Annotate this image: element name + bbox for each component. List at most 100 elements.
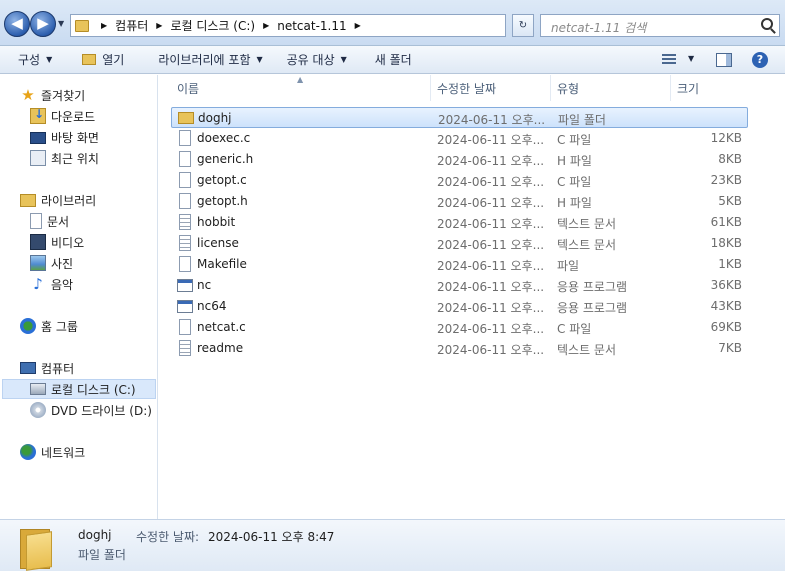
chevron-down-icon[interactable]: ▼ [688, 54, 694, 63]
table-row[interactable]: netcat.c 2024-06-11 오후... C 파일 69KB [171, 317, 748, 338]
preview-pane-icon[interactable] [716, 53, 732, 67]
file-type: H 파일 [557, 154, 592, 168]
table-row[interactable]: Makefile 2024-06-11 오후... 파일 1KB [171, 254, 748, 275]
chevron-right-icon[interactable]: ▶ [355, 21, 361, 30]
star-icon: ★ [21, 86, 35, 104]
search-input[interactable]: netcat-1.11 검색 [540, 14, 780, 37]
nav-music[interactable]: ♪ 음악 [30, 274, 73, 294]
file-date: 2024-06-11 오후... [437, 217, 545, 231]
nav-homegroup[interactable]: 홈 그룹 [20, 316, 78, 336]
file-date: 2024-06-11 오후... [437, 280, 545, 294]
file-type: C 파일 [557, 133, 592, 147]
chevron-right-icon[interactable]: ▶ [263, 21, 269, 30]
nav-documents[interactable]: 문서 [30, 211, 69, 231]
table-row[interactable]: doexec.c 2024-06-11 오후... C 파일 12KB [171, 128, 748, 149]
forward-button[interactable]: ▶ [30, 11, 56, 37]
details-date: 2024-06-11 오후 8:47 [208, 530, 335, 544]
table-row[interactable]: license 2024-06-11 오후... 텍스트 문서 18KB [171, 233, 748, 254]
file-name: license [197, 236, 239, 250]
nav-dvd[interactable]: DVD 드라이브 (D:) [30, 400, 152, 420]
nav-videos[interactable]: 비디오 [30, 232, 84, 252]
nav-downloads[interactable]: 다운로드 [30, 106, 95, 126]
nav-desktop[interactable]: 바탕 화면 [30, 127, 99, 147]
file-type: 응용 프로그램 [557, 301, 628, 315]
nav-pictures[interactable]: 사진 [30, 253, 73, 273]
folder-icon [75, 19, 89, 32]
table-row[interactable]: nc64 2024-06-11 오후... 응용 프로그램 43KB [171, 296, 748, 317]
file-type: C 파일 [557, 322, 592, 336]
file-type: 텍스트 문서 [557, 217, 617, 231]
file-date: 2024-06-11 오후... [438, 113, 546, 127]
file-size: 23KB [710, 173, 742, 187]
nav-homegroup-label: 홈 그룹 [41, 319, 78, 334]
chevron-right-icon[interactable]: ▶ [101, 21, 107, 30]
open-button[interactable]: 열기 [62, 46, 134, 74]
nav-libraries[interactable]: 라이브러리 [20, 190, 96, 210]
refresh-button[interactable]: ↻ [512, 14, 534, 37]
nav-music-label: 음악 [51, 277, 74, 292]
back-button[interactable]: ◀ [4, 11, 30, 37]
table-row[interactable]: getopt.c 2024-06-11 오후... C 파일 23KB [171, 170, 748, 191]
column-size-label: 크기 [677, 81, 700, 96]
nav-videos-label: 비디오 [51, 235, 85, 250]
nav-libraries-label: 라이브러리 [41, 193, 97, 208]
computer-icon [20, 362, 36, 374]
column-header-size[interactable]: 크기 [671, 75, 749, 101]
nav-favorites[interactable]: ★ 즐겨찾기 [20, 85, 85, 105]
breadcrumb-local-disk[interactable]: 로컬 디스크 (C:) [170, 17, 255, 34]
file-name: nc64 [197, 299, 227, 313]
breadcrumb[interactable]: ▶ 컴퓨터 ▶ 로컬 디스크 (C:) ▶ netcat-1.11 ▶ [70, 14, 506, 37]
music-icon: ♪ [33, 275, 43, 293]
nav-desktop-label: 바탕 화면 [51, 130, 99, 145]
file-type: H 파일 [557, 196, 592, 210]
table-row[interactable]: getopt.h 2024-06-11 오후... H 파일 5KB [171, 191, 748, 212]
search-icon[interactable] [761, 18, 773, 30]
new-folder-button[interactable]: 새 폴더 [357, 46, 422, 74]
folder-icon [20, 525, 54, 571]
recent-pages-dropdown[interactable]: ▼ [58, 19, 64, 28]
folder-icon [178, 112, 194, 124]
details-date-label: 수정한 날짜: [136, 530, 200, 544]
file-type: 텍스트 문서 [557, 238, 617, 252]
file-name: doghj [198, 111, 232, 125]
breadcrumb-computer[interactable]: 컴퓨터 [115, 17, 148, 34]
chevron-down-icon: ▼ [340, 55, 347, 64]
nav-network[interactable]: 네트워크 [20, 442, 85, 462]
table-row[interactable]: generic.h 2024-06-11 오후... H 파일 8KB [171, 149, 748, 170]
file-icon [179, 319, 191, 335]
column-header-type[interactable]: 유형 [551, 75, 671, 101]
local-disk-icon [30, 383, 46, 395]
help-icon[interactable]: ? [752, 52, 768, 68]
change-view-icon[interactable] [662, 54, 676, 66]
nav-local-disk[interactable]: 로컬 디스크 (C:) [2, 379, 156, 399]
breadcrumb-netcat[interactable]: netcat-1.11 [277, 19, 346, 33]
file-name: nc [197, 278, 212, 292]
chevron-down-icon: ▼ [256, 55, 263, 64]
organize-button[interactable]: 구성 ▼ [0, 46, 62, 74]
file-date: 2024-06-11 오후... [437, 322, 545, 336]
network-icon [20, 444, 36, 460]
share-button[interactable]: 공유 대상 ▼ [273, 46, 357, 74]
chevron-right-icon[interactable]: ▶ [156, 21, 162, 30]
file-list: 이름 ▲ 수정한 날짜 유형 크기 doghj 2024-06-11 오후... 파… [159, 75, 785, 519]
organize-label: 구성 [18, 53, 41, 67]
nav-favorites-label: 즐겨찾기 [41, 88, 86, 103]
include-library-button[interactable]: 라이브러리에 포함 ▼ [134, 46, 272, 74]
table-row[interactable]: doghj 2024-06-11 오후... 파일 폴더 [171, 107, 748, 128]
nav-computer[interactable]: 컴퓨터 [20, 358, 74, 378]
table-row[interactable]: hobbit 2024-06-11 오후... 텍스트 문서 61KB [171, 212, 748, 233]
file-date: 2024-06-11 오후... [437, 175, 545, 189]
table-row[interactable]: readme 2024-06-11 오후... 텍스트 문서 7KB [171, 338, 748, 359]
column-header-date[interactable]: 수정한 날짜 [431, 75, 551, 101]
table-row[interactable]: nc 2024-06-11 오후... 응용 프로그램 36KB [171, 275, 748, 296]
file-type: 텍스트 문서 [557, 343, 617, 357]
file-name: hobbit [197, 215, 236, 229]
recent-places-icon [30, 150, 46, 166]
column-date-label: 수정한 날짜 [437, 81, 497, 96]
new-folder-label: 새 폴더 [374, 53, 412, 67]
details-type: 파일 폴더 [78, 548, 126, 562]
file-name: getopt.c [197, 173, 247, 187]
nav-recent[interactable]: 최근 위치 [30, 148, 99, 168]
dvd-drive-icon [30, 402, 46, 418]
nav-network-label: 네트워크 [41, 445, 86, 460]
